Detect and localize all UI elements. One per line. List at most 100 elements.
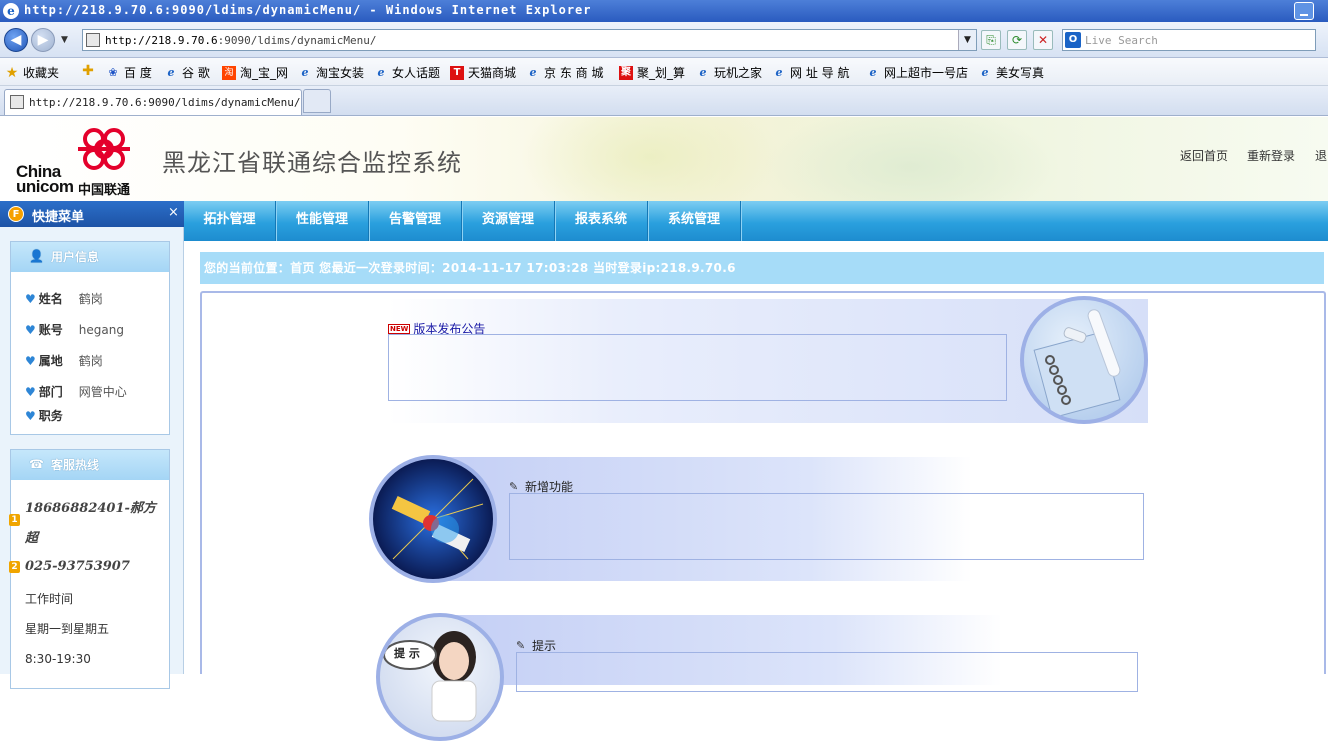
url-path: :9090/ldims/dynamicMenu/ bbox=[217, 34, 377, 47]
satellite-image bbox=[369, 455, 497, 583]
ie-page-icon: e bbox=[167, 65, 175, 79]
system-title: 黑龙江省联通综合监控系统 bbox=[162, 149, 462, 177]
fav-link-juhuasuan[interactable]: 聚聚_划_算 bbox=[619, 64, 685, 81]
tab-active[interactable]: http://218.9.70.6:9090/ldims/dynamicMenu… bbox=[4, 89, 302, 115]
fav-link-taobao[interactable]: 淘淘_宝_网 bbox=[222, 64, 288, 81]
ie-page-icon: e bbox=[981, 65, 989, 79]
user-icon: 👤 bbox=[29, 249, 44, 263]
banner-decoration bbox=[520, 117, 780, 201]
work-hours-label: 工作时间 bbox=[25, 592, 74, 606]
url-host: http://218.9.70.6 bbox=[105, 34, 218, 47]
tab-title: http://218.9.70.6:9090/ldims/dynamicMenu… bbox=[29, 96, 301, 109]
tips-bubble-text: 提 示 bbox=[394, 647, 420, 660]
tab-strip: http://218.9.70.6:9090/ldims/dynamicMenu… bbox=[0, 86, 1328, 116]
fav-label: 京 东 商 城 bbox=[544, 66, 604, 80]
work-days: 星期一到星期五 bbox=[25, 622, 110, 636]
new-tab-button[interactable] bbox=[303, 89, 331, 113]
user-info-title: 用户信息 bbox=[51, 250, 100, 264]
add-favorite-icon: ✚ bbox=[82, 63, 94, 79]
fav-link-yhd[interactable]: e 网上超市一号店 bbox=[866, 64, 969, 81]
tmall-icon: T bbox=[450, 65, 464, 80]
fav-label: 百 度 bbox=[124, 66, 152, 80]
menu-topology[interactable]: 拓扑管理 bbox=[184, 201, 276, 241]
menu-resource[interactable]: 资源管理 bbox=[462, 201, 555, 241]
stop-icon[interactable]: ✕ bbox=[1033, 30, 1053, 50]
ie-page-icon: e bbox=[869, 65, 877, 79]
refresh-icon[interactable]: ⟳ bbox=[1007, 30, 1027, 50]
field-label: 属地 bbox=[38, 354, 63, 368]
quick-menu-header: F 快捷菜单 × bbox=[0, 201, 184, 227]
notebook-pen-icon bbox=[1033, 309, 1121, 419]
rank-1-icon: 1 bbox=[9, 514, 20, 526]
user-row-region: ♥ 属地 鹤岗 bbox=[25, 352, 103, 369]
live-search-box[interactable]: O Live Search bbox=[1062, 29, 1316, 51]
fav-label: 聚_划_算 bbox=[637, 66, 686, 80]
notebook-pen-image bbox=[1020, 296, 1148, 424]
fav-link-jd[interactable]: e京 东 商 城 bbox=[526, 64, 604, 81]
breadcrumb: 您的当前位置：首页 您最近一次登录时间：2014-11-17 17:03:28 … bbox=[200, 252, 1324, 284]
forward-button[interactable]: ▶ bbox=[31, 28, 55, 52]
fav-link-url-nav[interactable]: e网 址 导 航 bbox=[772, 64, 850, 81]
fav-label: 淘_宝_网 bbox=[240, 66, 289, 80]
favorites-star-icon: ★ bbox=[5, 64, 19, 81]
live-search-logo-icon: O bbox=[1065, 32, 1081, 48]
field-value: 网管中心 bbox=[78, 385, 127, 399]
address-bar[interactable]: http://218.9.70.6:9090/ldims/dynamicMenu… bbox=[82, 29, 977, 51]
fav-link-baidu[interactable]: ❀ 百 度 bbox=[106, 64, 152, 81]
favorites-bar: ★ 收藏夹 ✚ ❀ 百 度 e 谷 歌 淘淘_宝_网 e 淘宝女装 e 女人话题 T 天猫商… bbox=[0, 58, 1328, 86]
banner-decoration bbox=[760, 117, 1060, 201]
unicom-knot-logo-icon bbox=[78, 128, 130, 170]
back-button[interactable]: ◀ bbox=[4, 28, 28, 52]
fav-label: 网上超市一号店 bbox=[884, 66, 969, 80]
ie-logo-icon: e bbox=[3, 3, 19, 19]
fav-link-taobao-women[interactable]: e 淘宝女装 bbox=[298, 64, 365, 81]
fav-link-women-topics[interactable]: e 女人话题 bbox=[374, 64, 441, 81]
fav-link-google[interactable]: e谷 歌 bbox=[164, 64, 210, 81]
heart-icon: ♥ bbox=[25, 408, 36, 423]
content-panel: NEW 版本发布公告 ✎ 新增功能 提 示 ✎ 提示 bbox=[200, 291, 1326, 741]
hotline-phone-2: 025-93753907 bbox=[25, 559, 130, 574]
minimize-button[interactable] bbox=[1294, 2, 1314, 20]
notice-box bbox=[388, 334, 1007, 401]
fav-label: 天猫商城 bbox=[468, 66, 517, 80]
support-agent-icon bbox=[383, 631, 477, 722]
favorites-button[interactable]: ★ 收藏夹 bbox=[5, 64, 59, 81]
address-dropdown-icon[interactable]: ▼ bbox=[958, 30, 976, 50]
window-title: http://218.9.70.6:9090/ldims/dynamicMenu… bbox=[24, 3, 592, 17]
main-menu: 拓扑管理 性能管理 告警管理 资源管理 报表系统 系统管理 bbox=[184, 201, 1328, 241]
quick-menu-title: 快捷菜单 bbox=[32, 210, 85, 225]
menu-alarm[interactable]: 告警管理 bbox=[369, 201, 462, 241]
fav-link-photos[interactable]: e 美女写真 bbox=[978, 64, 1045, 81]
fav-link-wanji[interactable]: e 玩机之家 bbox=[696, 64, 763, 81]
field-label: 职务 bbox=[38, 409, 63, 423]
ie-page-icon: e bbox=[699, 65, 707, 79]
user-row-account: ♥ 账号 hegang bbox=[25, 321, 124, 338]
compatibility-icon[interactable]: ⎘ bbox=[981, 30, 1001, 50]
field-label: 部门 bbox=[38, 385, 63, 399]
juhuasuan-icon: 聚 bbox=[619, 65, 633, 80]
home-link[interactable]: 返回首页 bbox=[1180, 147, 1228, 164]
field-label: 账号 bbox=[38, 323, 63, 337]
edit-note-icon: ✎ bbox=[509, 479, 519, 493]
tips-box bbox=[516, 652, 1138, 692]
logout-link[interactable]: 退 bbox=[1315, 147, 1327, 164]
fav-link-tmall[interactable]: T 天猫商城 bbox=[450, 64, 516, 81]
page-favicon-icon bbox=[10, 95, 24, 109]
close-sidebar-button[interactable]: × bbox=[168, 205, 179, 220]
relogin-link[interactable]: 重新登录 bbox=[1247, 147, 1295, 164]
menu-performance[interactable]: 性能管理 bbox=[276, 201, 369, 241]
edit-note-icon: ✎ bbox=[516, 638, 526, 652]
fav-label: 谷 歌 bbox=[182, 66, 210, 80]
menu-system[interactable]: 系统管理 bbox=[648, 201, 741, 241]
history-dropdown-icon[interactable]: ▼ bbox=[61, 35, 68, 45]
add-favorite-button[interactable]: ✚ bbox=[81, 64, 95, 78]
address-text: http://218.9.70.6:9090/ldims/dynamicMenu… bbox=[105, 34, 377, 47]
menu-report[interactable]: 报表系统 bbox=[555, 201, 648, 241]
heart-icon: ♥ bbox=[25, 384, 36, 399]
rank-2-icon: 2 bbox=[9, 561, 20, 573]
work-time: 8:30-19:30 bbox=[25, 652, 91, 666]
user-info-header: 👤 用户信息 bbox=[11, 242, 169, 272]
ie-page-icon: e bbox=[301, 65, 309, 79]
features-box bbox=[509, 493, 1144, 560]
phone-icon: ☎ bbox=[29, 457, 44, 471]
